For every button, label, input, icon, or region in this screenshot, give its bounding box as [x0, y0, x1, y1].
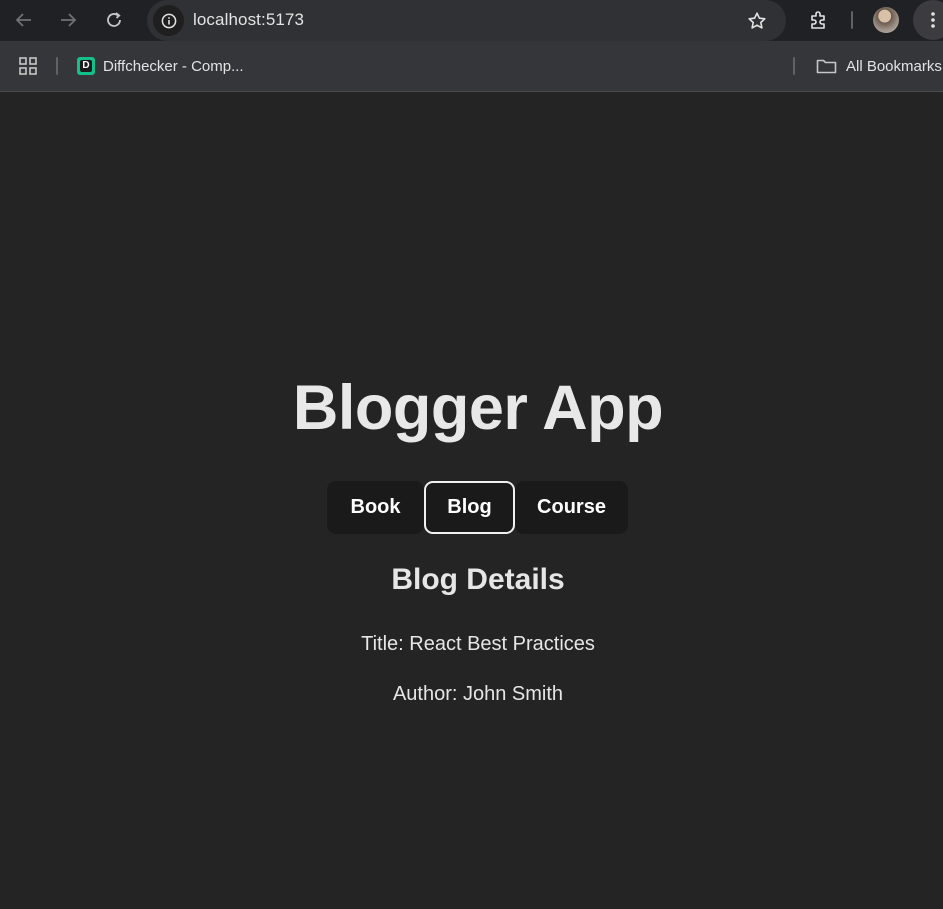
all-bookmarks-label: All Bookmarks [846, 57, 942, 75]
extensions-button[interactable] [804, 5, 834, 35]
all-bookmarks-button[interactable]: All Bookmarks [816, 55, 942, 77]
diffchecker-favicon-icon: D [77, 57, 95, 75]
category-tabs: Book Blog Course [327, 481, 628, 534]
browser-chrome: localhost:5173 D Diffchecker - Comp... A… [0, 0, 943, 92]
reload-button[interactable] [98, 4, 130, 36]
browser-menu-button[interactable] [913, 0, 943, 40]
app-title: Blogger App [292, 373, 664, 443]
folder-icon [816, 59, 837, 74]
apps-grid-icon [19, 57, 37, 75]
bookmark-label: Diffchecker - Comp... [103, 57, 244, 75]
info-icon [161, 13, 176, 28]
tab-blog[interactable]: Blog [424, 481, 515, 534]
arrow-left-icon [15, 13, 31, 27]
blog-author-text: Author: John Smith [392, 683, 564, 705]
bookmarks-divider [56, 57, 58, 75]
blog-title-text: Title: React Best Practices [361, 633, 595, 655]
browser-toolbar: localhost:5173 [0, 0, 943, 41]
reload-icon [107, 12, 121, 27]
bookmarks-divider-right [793, 57, 795, 75]
bookmark-diffchecker[interactable]: D Diffchecker - Comp... [77, 55, 244, 77]
url-text[interactable]: localhost:5173 [193, 10, 304, 30]
profile-avatar[interactable] [873, 7, 899, 33]
tab-book[interactable]: Book [327, 481, 424, 534]
address-bar[interactable]: localhost:5173 [147, 0, 786, 41]
more-vertical-icon [931, 12, 935, 28]
tab-course[interactable]: Course [515, 481, 628, 534]
back-button[interactable] [8, 4, 40, 36]
site-info-button[interactable] [153, 5, 184, 36]
star-icon [748, 12, 766, 29]
arrow-right-icon [61, 13, 77, 27]
toolbar-divider [851, 11, 853, 29]
apps-button[interactable] [17, 55, 39, 77]
forward-button[interactable] [52, 4, 84, 36]
puzzle-icon [811, 11, 825, 29]
blogger-app: Blogger App Book Blog Course Blog Detail… [0, 92, 943, 909]
details-heading: Blog Details [391, 563, 565, 596]
bookmark-star-button[interactable] [743, 7, 771, 35]
